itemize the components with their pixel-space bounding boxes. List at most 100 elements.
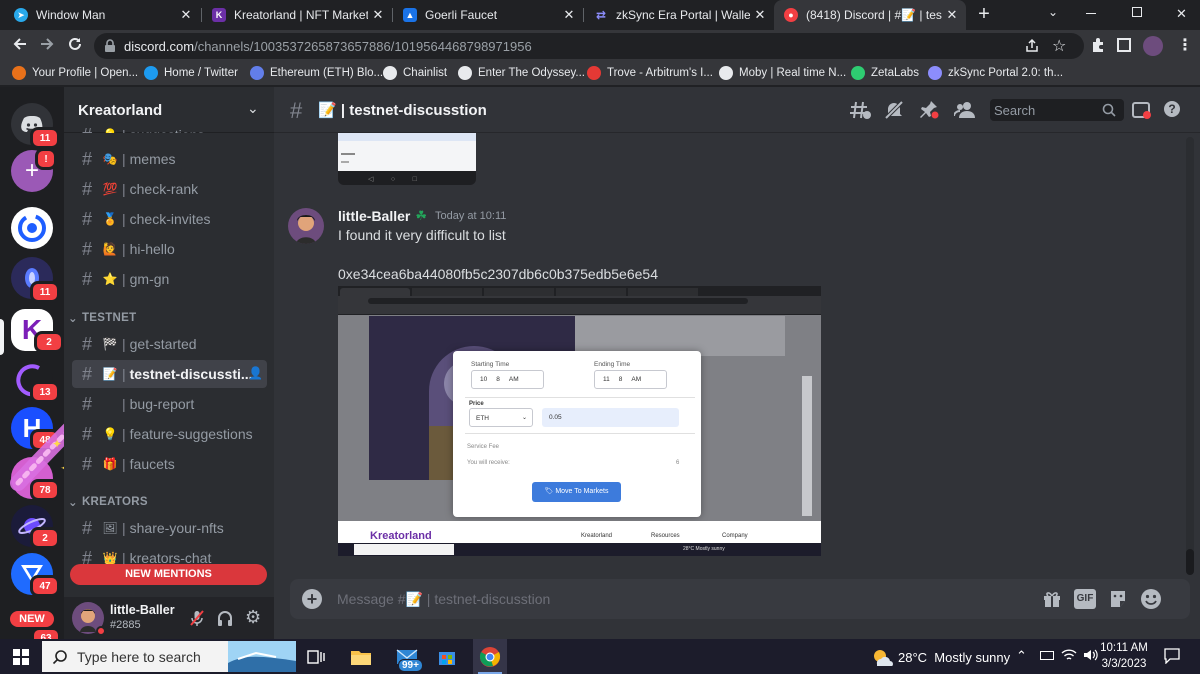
notification-settings-icon[interactable] (884, 100, 904, 120)
member-list-icon[interactable] (954, 100, 976, 120)
channel-bug-report[interactable]: # | bug-report (72, 390, 267, 418)
create-invite-icon[interactable]: 👤 (248, 366, 263, 380)
threads-icon[interactable] (849, 100, 871, 120)
share-icon[interactable] (1024, 38, 1040, 54)
weather-text[interactable]: 28°C Mostly sunny (898, 650, 1010, 665)
channel-gm-gn[interactable]: # ⭐ | gm-gn (72, 265, 267, 293)
weather-icon[interactable] (871, 648, 893, 666)
forward-icon[interactable] (38, 35, 56, 53)
tab-label: zkSync Era Portal | Wallet, Bri (616, 8, 750, 22)
chat-scrollbar-thumb[interactable] (1186, 549, 1194, 575)
previous-image-attachment[interactable]: ◁ ○ □ (338, 133, 476, 185)
chevron-down-icon[interactable]: ⌄ (247, 100, 259, 117)
profile-avatar[interactable] (1143, 36, 1163, 56)
taskbar-search-input[interactable]: Type here to search (42, 641, 296, 672)
windows-start-icon[interactable] (13, 649, 29, 665)
channel-feature-suggestions[interactable]: # 💡 | feature-suggestions (72, 420, 267, 448)
chat-area: # 📝 | testnet-discusstion Search ? ◁ ○ □… (274, 87, 1200, 639)
bookmark-star-icon[interactable]: ☆ (1052, 36, 1066, 56)
file-explorer-icon[interactable] (348, 644, 374, 670)
receive-value: 6 (676, 460, 680, 466)
bookmark-item[interactable]: Ethereum (ETH) Blo... (250, 66, 383, 80)
close-tab-icon[interactable]: ✕ (368, 7, 388, 23)
bookmark-item[interactable]: Moby | Real time N... (719, 66, 846, 80)
tab-kreatorland[interactable]: K Kreatorland | NFT Marketplac ✕ (202, 0, 392, 30)
channel-testnet-discussion[interactable]: # 📝 | testnet-discussti... 👤 (72, 360, 267, 388)
notification-center-icon[interactable] (1164, 648, 1180, 664)
bookmark-item[interactable]: Chainlist (383, 66, 447, 80)
bookmark-item[interactable]: ZetaLabs (851, 66, 919, 80)
clock-time[interactable]: 10:11 AM (1098, 642, 1150, 654)
gear-icon[interactable]: ⚙ (245, 607, 261, 628)
chevron-up-icon[interactable]: ⌃ (1016, 648, 1027, 664)
task-view-icon[interactable] (303, 644, 329, 670)
upload-plus-icon[interactable]: + (302, 589, 322, 609)
bookmark-item[interactable]: Enter The Odyssey... (458, 66, 585, 80)
new-tab-button[interactable]: + (974, 4, 994, 24)
tab-search-icon[interactable]: ⌄ (1048, 5, 1058, 19)
sticker-icon[interactable] (1108, 589, 1128, 609)
message-composer[interactable]: + Message #📝 | testnet-discusstion GIF (290, 579, 1190, 619)
channel-label: check-rank (129, 181, 199, 197)
reload-icon[interactable] (66, 35, 84, 53)
bookmark-item[interactable]: zkSync Portal 2.0: th... (928, 66, 1063, 80)
side-panel-icon[interactable] (1117, 38, 1131, 52)
close-window-icon[interactable]: ✕ (1176, 6, 1187, 22)
tab-zksync[interactable]: ⇄ zkSync Era Portal | Wallet, Bri ✕ (584, 0, 774, 30)
minimize-icon[interactable] (1086, 13, 1096, 14)
chrome-menu-icon[interactable]: ⋮ (1177, 35, 1193, 55)
channel-check-invites[interactable]: # 🏅 | check-invites (72, 205, 267, 233)
category-testnet[interactable]: ⌄ TESTNET (68, 311, 136, 325)
lock-icon[interactable] (104, 39, 116, 53)
close-tab-icon[interactable]: ✕ (750, 7, 770, 23)
help-icon[interactable]: ? (1162, 99, 1182, 119)
store-icon[interactable] (434, 644, 460, 670)
currency-select: ETH ⌄ (469, 408, 533, 427)
channel-check-rank[interactable]: # 💯 | check-rank (72, 175, 267, 203)
wifi-icon[interactable] (1061, 648, 1077, 662)
emoji-icon[interactable] (1140, 588, 1162, 610)
browser-tab-strip: ➤ Window Man ✕ K Kreatorland | NFT Marke… (0, 0, 1200, 30)
close-tab-icon[interactable]: ✕ (559, 7, 579, 23)
channel-hi-hello[interactable]: # 🙋 | hi-hello (72, 235, 267, 263)
tab-window-man[interactable]: ➤ Window Man ✕ (4, 0, 200, 30)
bookmark-item[interactable]: Home / Twitter (144, 66, 238, 80)
back-icon[interactable] (11, 35, 29, 53)
bookmark-item[interactable]: Your Profile | Open... (12, 66, 138, 80)
bookmark-item[interactable]: Trove - Arbitrum's I... (587, 66, 713, 80)
channel-faucets[interactable]: # 🎁 | faucets (72, 450, 267, 478)
inbox-icon[interactable] (1131, 100, 1151, 120)
gif-icon[interactable]: GIF (1074, 589, 1096, 609)
channel-memes[interactable]: # 🎭 | memes (72, 145, 267, 173)
gift-icon[interactable] (1042, 589, 1062, 609)
image-attachment[interactable]: Starting Time Ending Time 10 8 AM 11 8 AM Pr… (338, 286, 821, 556)
mail-badge: 99+ (398, 659, 423, 672)
new-mentions-button[interactable]: NEW MENTIONS (70, 564, 267, 585)
search-input[interactable]: Search (990, 99, 1124, 121)
clock-date[interactable]: 3/3/2023 (1098, 658, 1150, 670)
message-avatar[interactable] (288, 208, 324, 244)
restore-icon[interactable] (1132, 7, 1142, 17)
address-bar[interactable]: discord.com/channels/1003537265873657886… (94, 33, 1084, 59)
message-author[interactable]: little-Baller (338, 208, 410, 224)
extensions-icon[interactable] (1090, 37, 1106, 53)
category-kreators[interactable]: ⌄ KREATORS (68, 495, 148, 509)
close-tab-icon[interactable]: ✕ (942, 7, 962, 23)
chevron-down-icon: ⌄ (68, 497, 78, 509)
new-unreads-pill[interactable]: NEW (10, 611, 54, 627)
channel-get-started[interactable]: # 🏁 | get-started (72, 330, 267, 358)
battery-icon[interactable] (1040, 651, 1054, 660)
close-tab-icon[interactable]: ✕ (176, 7, 196, 23)
ethereum-icon (250, 66, 264, 80)
tab-discord[interactable]: ● (8418) Discord | #📝 | testnet ✕ (774, 0, 966, 30)
headphones-icon[interactable] (216, 609, 234, 627)
pinned-messages-icon[interactable] (919, 99, 939, 119)
channel-name: testnet-discusstion (349, 102, 487, 119)
chat-scrollbar[interactable] (1186, 137, 1194, 567)
chevron-down-icon: ⌄ (68, 313, 78, 325)
channel-share-your-nfts[interactable]: # 🖼 | share-your-nfts (72, 514, 267, 542)
volume-icon[interactable] (1083, 648, 1099, 662)
tab-goerli-faucet[interactable]: ▲ Goerli Faucet ✕ (393, 0, 583, 30)
server-icon[interactable] (11, 207, 53, 249)
mute-microphone-icon[interactable] (188, 609, 206, 627)
